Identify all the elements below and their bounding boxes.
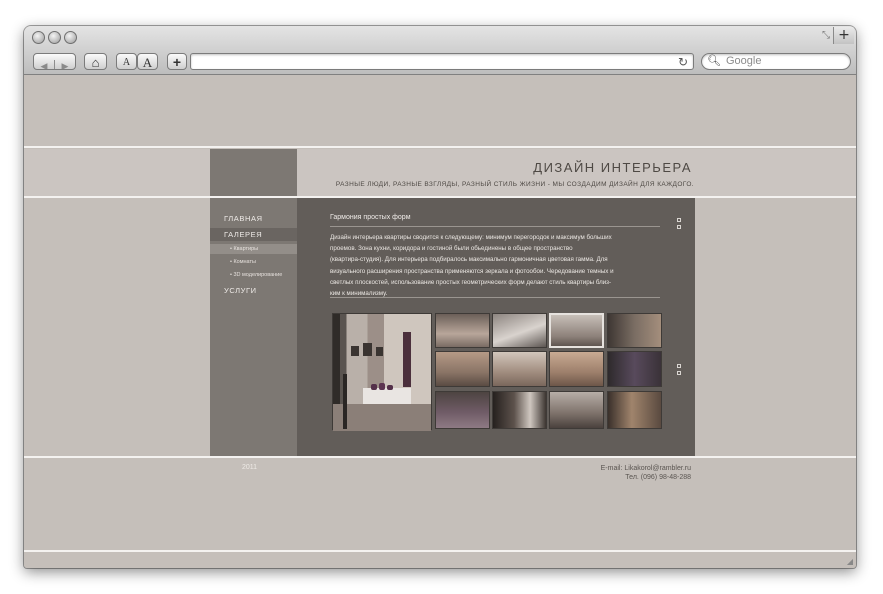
- close-window-button[interactable]: [32, 31, 45, 44]
- back-forward-group: ◀ ▶: [33, 53, 76, 70]
- search-field[interactable]: 🔍︎ Google: [701, 53, 851, 70]
- menu-item-gallery[interactable]: ГАЛЕРЕЯ: [210, 228, 297, 241]
- gallery-thumb[interactable]: [492, 351, 547, 387]
- gallery-thumb[interactable]: [492, 391, 547, 429]
- article-title: Гармония простых форм: [330, 214, 411, 221]
- scroll-down-icon[interactable]: [677, 225, 681, 229]
- header-accent-block: [210, 149, 297, 196]
- article-body: Дизайн интерьера квартиры сводится к сле…: [330, 232, 665, 299]
- gallery-thumb[interactable]: [607, 313, 662, 348]
- resize-icon[interactable]: ⤡: [822, 30, 830, 41]
- gallery-prev-icon[interactable]: [677, 364, 681, 368]
- sidebar-nav: ГЛАВНАЯ ГАЛЕРЕЯ • Квартиры • Комнаты • 3…: [210, 198, 297, 456]
- text-smaller-button[interactable]: A: [116, 53, 137, 70]
- divider-line: [24, 550, 856, 552]
- text-larger-button[interactable]: A: [137, 53, 158, 70]
- footer-email: E-mail: Likakorol@rambler.ru: [600, 465, 691, 472]
- minimize-window-button[interactable]: [48, 31, 61, 44]
- forward-button[interactable]: ▶: [54, 60, 75, 69]
- article-rule-top: [330, 226, 660, 227]
- menu-item-home[interactable]: ГЛАВНАЯ: [210, 212, 297, 225]
- footer-year: 2011: [242, 464, 258, 471]
- window-resize-grip[interactable]: ◢: [847, 557, 853, 566]
- submenu-item-rooms[interactable]: • Комнаты: [210, 257, 297, 267]
- gallery-thumb[interactable]: [549, 351, 604, 387]
- address-bar[interactable]: ↻: [190, 53, 694, 70]
- scroll-up-icon[interactable]: [677, 218, 681, 222]
- reload-icon[interactable]: ↻: [678, 54, 688, 70]
- footer-contact: E-mail: Likakorol@rambler.ru Тел. (096) …: [524, 464, 691, 482]
- article-line: визуального расширения пространства прим…: [330, 267, 614, 275]
- submenu-item-3d-modeling[interactable]: • 3D моделирование: [210, 270, 297, 280]
- home-button[interactable]: ⌂: [84, 53, 107, 70]
- gallery-thumb[interactable]: [607, 391, 662, 429]
- gallery-thumb[interactable]: [435, 351, 490, 387]
- add-bookmark-button[interactable]: +: [167, 53, 187, 70]
- gallery-thumb[interactable]: [549, 391, 604, 429]
- web-page: ДИЗАЙН ИНТЕРЬЕРА РАЗНЫЕ ЛЮДИ, РАЗНЫЕ ВЗГ…: [24, 75, 856, 568]
- browser-toolbar: ⤡ + ◀ ▶ ⌂ A A + ↻ 🔍︎ Google: [24, 26, 856, 75]
- article-line: Дизайн интерьера квартиры сводится к сле…: [330, 234, 612, 241]
- browser-window: ⤡ + ◀ ▶ ⌂ A A + ↻ 🔍︎ Google ДИЗАЙН ИНТЕРЬ…: [24, 26, 856, 568]
- menu-item-services[interactable]: УСЛУГИ: [210, 284, 297, 297]
- gallery-main-photo[interactable]: [332, 313, 432, 431]
- content-panel: Гармония простых форм Дизайн интерьера к…: [297, 198, 695, 456]
- new-tab-button[interactable]: +: [833, 27, 854, 44]
- article-rule-bottom: [330, 297, 660, 298]
- zoom-window-button[interactable]: [64, 31, 77, 44]
- divider-line: [24, 456, 856, 458]
- article-line: (квартира-студия). Для интерьера подбира…: [330, 256, 608, 264]
- article-line: проемов. Зона кухни, коридора и гостиной…: [330, 245, 573, 253]
- article-line: светлых плоскостей, использование просты…: [330, 278, 612, 286]
- footer-phone: Тел. (096) 98-48-288: [625, 474, 691, 481]
- site-title: ДИЗАЙН ИНТЕРЬЕРА: [533, 160, 692, 175]
- gallery-next-icon[interactable]: [677, 371, 681, 375]
- gallery-thumb[interactable]: [492, 313, 547, 348]
- site-subtitle: РАЗНЫЕ ЛЮДИ, РАЗНЫЕ ВЗГЛЯДЫ, РАЗНЫЙ СТИЛ…: [335, 181, 694, 188]
- gallery-thumb[interactable]: [435, 391, 490, 429]
- search-placeholder: Google: [726, 55, 762, 67]
- gallery-thumb[interactable]: [607, 351, 662, 387]
- back-button[interactable]: ◀: [34, 60, 54, 69]
- submenu-item-apartments[interactable]: • Квартиры: [210, 244, 297, 254]
- gallery-thumb[interactable]: [549, 313, 604, 348]
- gallery-thumb[interactable]: [435, 313, 490, 348]
- divider-line: [24, 146, 856, 148]
- search-icon[interactable]: 🔍︎: [707, 54, 721, 69]
